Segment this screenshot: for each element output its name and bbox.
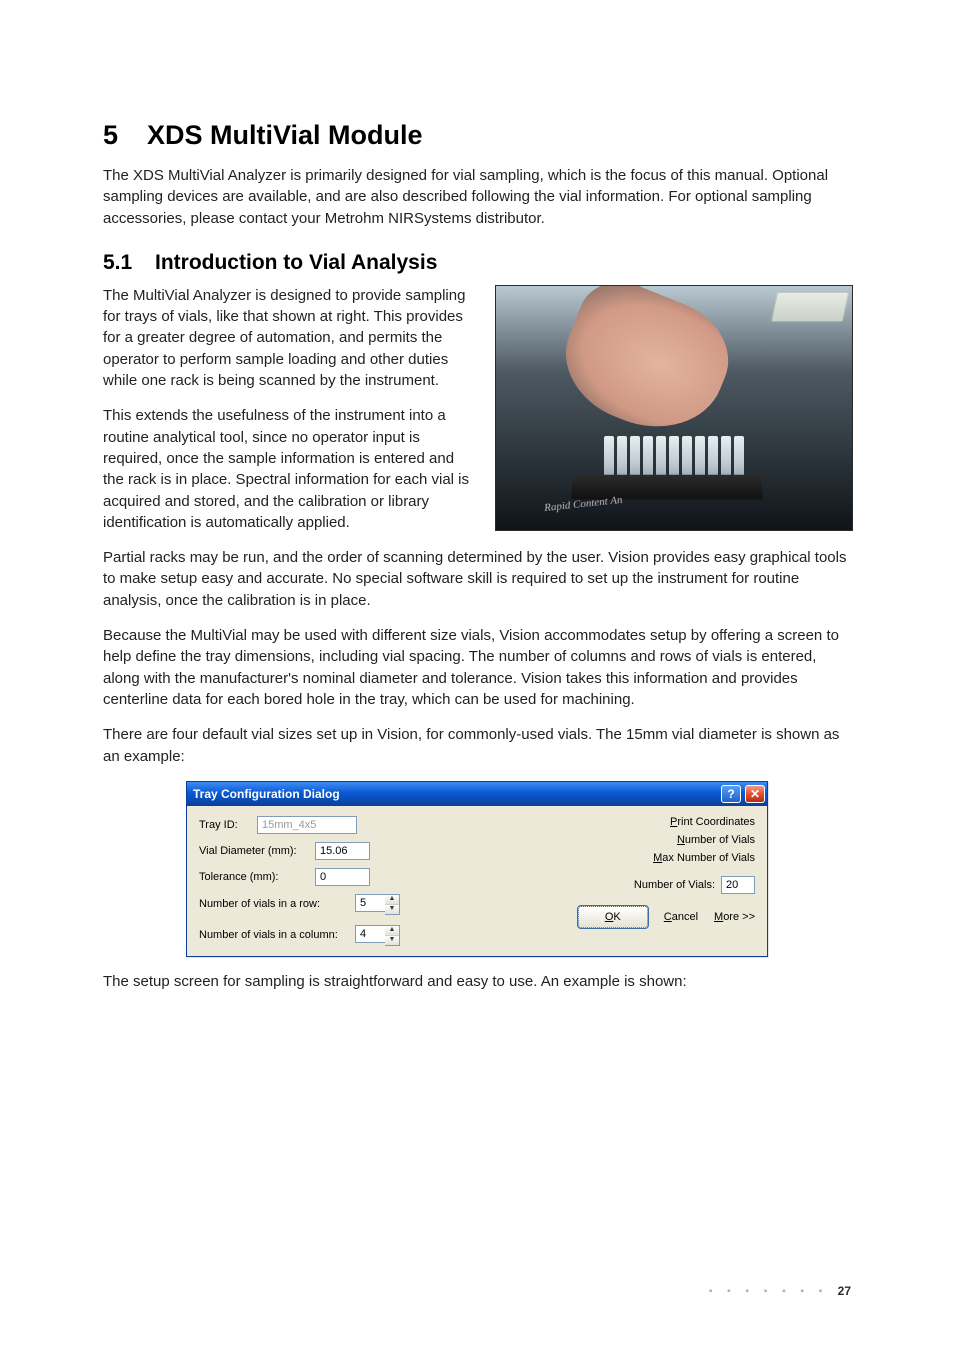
dialog-title: Tray Configuration Dialog (193, 787, 717, 801)
more-button[interactable]: More >> (714, 906, 755, 928)
section-title: Introduction to Vial Analysis (155, 251, 437, 274)
tray-id-label: Tray ID: (199, 819, 249, 831)
tray-id-input[interactable] (257, 816, 357, 834)
section-number: 5.1 (103, 251, 155, 275)
vials-column-stepper[interactable]: ▲ ▼ (355, 925, 400, 946)
close-icon: ✕ (750, 787, 760, 801)
body-paragraph: The setup screen for sampling is straigh… (103, 971, 851, 992)
page-number: 27 (838, 1284, 851, 1298)
spin-down-icon[interactable]: ▼ (385, 905, 399, 914)
vials-row-stepper[interactable]: ▲ ▼ (355, 894, 400, 915)
tray-configuration-dialog: Tray Configuration Dialog ? ✕ Tray ID: V… (186, 781, 768, 957)
multivial-photo: Rapid Content An (495, 285, 853, 531)
body-paragraph: Because the MultiVial may be used with d… (103, 625, 851, 710)
help-button[interactable]: ? (721, 785, 741, 803)
vial-diameter-input[interactable] (315, 842, 370, 860)
intro-paragraph: The XDS MultiVial Analyzer is primarily … (103, 165, 851, 229)
vials-column-input[interactable] (355, 925, 385, 943)
vials-column-label: Number of vials in a column: (199, 929, 347, 941)
body-paragraph: There are four default vial sizes set up… (103, 724, 851, 767)
page-footer: ▪ ▪ ▪ ▪ ▪ ▪ ▪ 27 (709, 1284, 851, 1298)
body-paragraph: The MultiVial Analyzer is designed to pr… (103, 285, 471, 391)
number-of-vials-output (721, 876, 755, 894)
body-paragraph: This extends the usefulness of the instr… (103, 405, 471, 533)
vial-diameter-label: Vial Diameter (mm): (199, 845, 307, 857)
hand-illustration (547, 285, 744, 449)
device-panel (771, 292, 849, 322)
spin-down-icon[interactable]: ▼ (385, 936, 399, 945)
vials-row-input[interactable] (355, 894, 385, 912)
tolerance-input[interactable] (315, 868, 370, 886)
chapter-heading: 5XDS MultiVial Module (103, 120, 851, 151)
help-icon: ? (727, 787, 734, 801)
print-coordinates-link[interactable]: Print Coordinates (670, 816, 755, 828)
number-of-vials-link[interactable]: Number of Vials (677, 834, 755, 846)
tolerance-label: Tolerance (mm): (199, 871, 307, 883)
chapter-title: XDS MultiVial Module (147, 120, 423, 150)
cancel-button[interactable]: Cancel (664, 906, 698, 928)
spin-up-icon[interactable]: ▲ (385, 926, 399, 936)
chapter-number: 5 (103, 120, 147, 151)
ok-button[interactable]: OK (578, 906, 648, 928)
section-heading: 5.1Introduction to Vial Analysis (103, 251, 851, 275)
spin-up-icon[interactable]: ▲ (385, 895, 399, 905)
body-paragraph: Partial racks may be run, and the order … (103, 547, 851, 611)
number-of-vials-static-label: Number of Vials: (634, 879, 715, 891)
close-button[interactable]: ✕ (745, 785, 765, 803)
max-number-of-vials-link[interactable]: Max Number of Vials (653, 852, 755, 864)
dialog-titlebar[interactable]: Tray Configuration Dialog ? ✕ (187, 782, 767, 806)
vials-row-label: Number of vials in a row: (199, 898, 347, 910)
footer-dots: ▪ ▪ ▪ ▪ ▪ ▪ ▪ (709, 1286, 828, 1297)
